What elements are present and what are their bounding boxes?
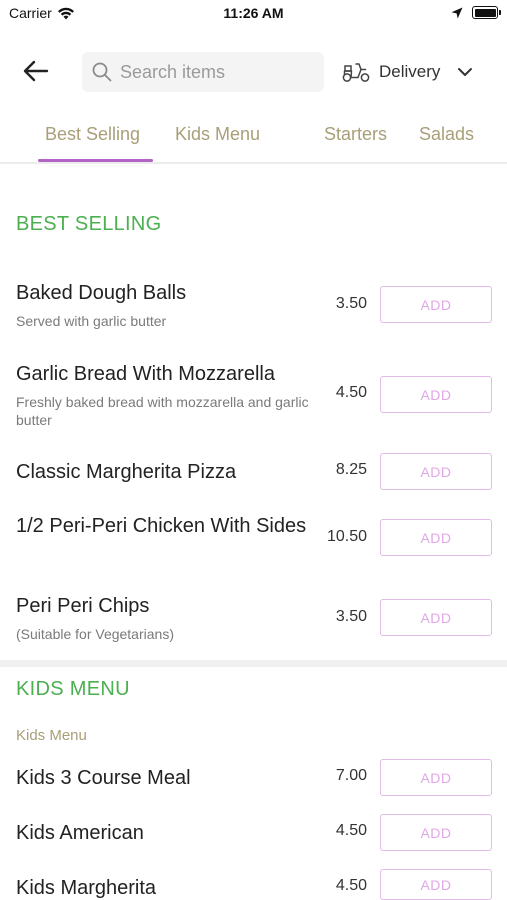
add-button[interactable]: ADD bbox=[380, 376, 492, 413]
item-description: Served with garlic butter bbox=[16, 313, 167, 329]
item-name: Classic Margherita Pizza bbox=[16, 461, 237, 483]
item-price: 3.50 bbox=[335, 608, 367, 625]
item-name: Kids American bbox=[16, 822, 144, 844]
header: Delivery bbox=[0, 48, 507, 94]
item-name: Baked Dough Balls bbox=[16, 282, 187, 304]
status-bar: Carrier 11:26 AM bbox=[0, 0, 507, 28]
add-button[interactable]: ADD bbox=[380, 519, 492, 556]
add-button[interactable]: ADD bbox=[380, 453, 492, 490]
section-heading-best-selling: BEST SELLING bbox=[16, 213, 162, 235]
item-price: 8.25 bbox=[335, 461, 367, 478]
status-right bbox=[451, 6, 501, 19]
item-name: Peri Peri Chips bbox=[16, 595, 150, 617]
item-price: 4.50 bbox=[335, 822, 367, 839]
add-button[interactable]: ADD bbox=[380, 286, 492, 323]
item-name: 1/2 Peri-Peri Chicken With Sides bbox=[16, 515, 307, 537]
search-input[interactable] bbox=[120, 61, 310, 83]
arrow-left-icon bbox=[23, 60, 49, 82]
location-arrow-icon bbox=[451, 7, 463, 18]
item-description: Freshly baked bread with mozzarella and … bbox=[16, 394, 309, 428]
add-button[interactable]: ADD bbox=[380, 869, 492, 900]
tab-kids-menu[interactable]: Kids Menu bbox=[175, 124, 260, 145]
item-name: Garlic Bread With Mozzarella bbox=[16, 363, 275, 385]
search-icon bbox=[92, 62, 112, 82]
section-divider bbox=[0, 660, 507, 667]
item-price: 3.50 bbox=[335, 295, 367, 312]
delivery-label: Delivery bbox=[379, 62, 441, 81]
section-heading-kids-menu: KIDS MENU bbox=[16, 678, 130, 700]
item-name: Kids 3 Course Meal bbox=[16, 767, 191, 789]
tab-best-selling[interactable]: Best Selling bbox=[45, 124, 140, 145]
section-subheading: Kids Menu bbox=[16, 727, 87, 744]
tab-salads[interactable]: Salads bbox=[419, 124, 474, 145]
delivery-selector[interactable]: Delivery bbox=[341, 58, 474, 86]
item-price: 4.50 bbox=[335, 384, 367, 401]
active-tab-indicator bbox=[38, 159, 153, 162]
scooter-icon bbox=[342, 63, 370, 82]
item-price: 4.50 bbox=[335, 877, 367, 894]
back-button[interactable] bbox=[20, 57, 52, 85]
item-description: (Suitable for Vegetarians) bbox=[16, 626, 174, 642]
category-tabs: Best Selling Kids Menu Starters Salads bbox=[0, 112, 507, 164]
add-button[interactable]: ADD bbox=[380, 759, 492, 796]
search-box[interactable] bbox=[82, 52, 324, 92]
clock: 11:26 AM bbox=[223, 5, 284, 21]
item-price: 10.50 bbox=[326, 528, 367, 545]
battery-icon bbox=[472, 6, 501, 19]
item-name: Kids Margherita bbox=[16, 877, 157, 899]
add-button[interactable]: ADD bbox=[380, 814, 492, 851]
chevron-down-icon bbox=[458, 68, 473, 76]
tab-starters[interactable]: Starters bbox=[324, 124, 387, 145]
add-button[interactable]: ADD bbox=[380, 599, 492, 636]
item-price: 7.00 bbox=[335, 767, 367, 784]
